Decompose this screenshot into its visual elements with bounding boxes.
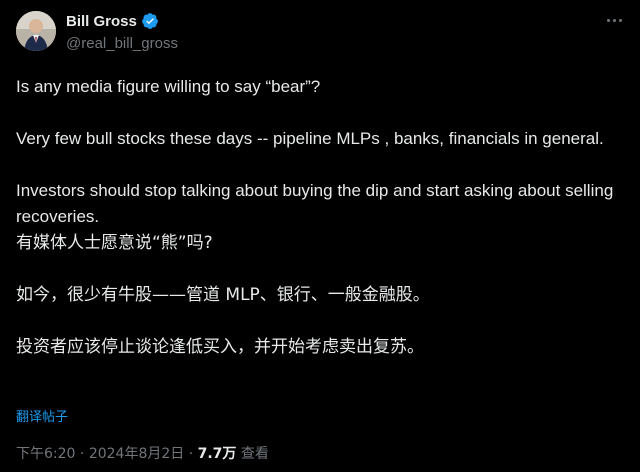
avatar-image [16, 11, 56, 51]
translate-post-link[interactable]: 翻译帖子 [16, 406, 68, 425]
avatar[interactable] [16, 11, 56, 51]
views-count: 7.7万 [197, 446, 237, 462]
tweet-paragraph-en-2: Very few bull stocks these days -- pipel… [16, 129, 604, 148]
more-options-icon[interactable] [604, 10, 624, 30]
tweet-paragraph-cn-1: 有媒体人士愿意说“熊”吗? [16, 233, 213, 253]
tweet-meta: 下午6:20 · 2024年8月2日 · 7.7万 查看 [16, 443, 269, 463]
tweet-paragraph-en-1: Is any media figure willing to say “bear… [16, 77, 321, 96]
author-handle[interactable]: @real_bill_gross [66, 35, 178, 52]
meta-separator: · [75, 446, 89, 462]
author-name-row: Bill Gross [66, 11, 159, 31]
tweet-body: Is any media figure willing to say “bear… [16, 74, 624, 360]
display-name[interactable]: Bill Gross [66, 13, 137, 30]
tweet-paragraph-en-3: Investors should stop talking about buyi… [16, 181, 614, 226]
tweet-time[interactable]: 下午6:20 [16, 446, 75, 462]
tweet-date[interactable]: 2024年8月2日 [89, 446, 184, 462]
meta-separator: · [184, 446, 198, 462]
verified-badge-icon [141, 13, 158, 29]
tweet-paragraph-cn-3: 投资者应该停止谈论逢低买入，并开始考虑卖出复苏。 [16, 337, 424, 357]
views-label: 查看 [236, 446, 269, 462]
tweet-paragraph-cn-2: 如今，很少有牛股——管道 MLP、银行、一般金融股。 [16, 285, 430, 305]
